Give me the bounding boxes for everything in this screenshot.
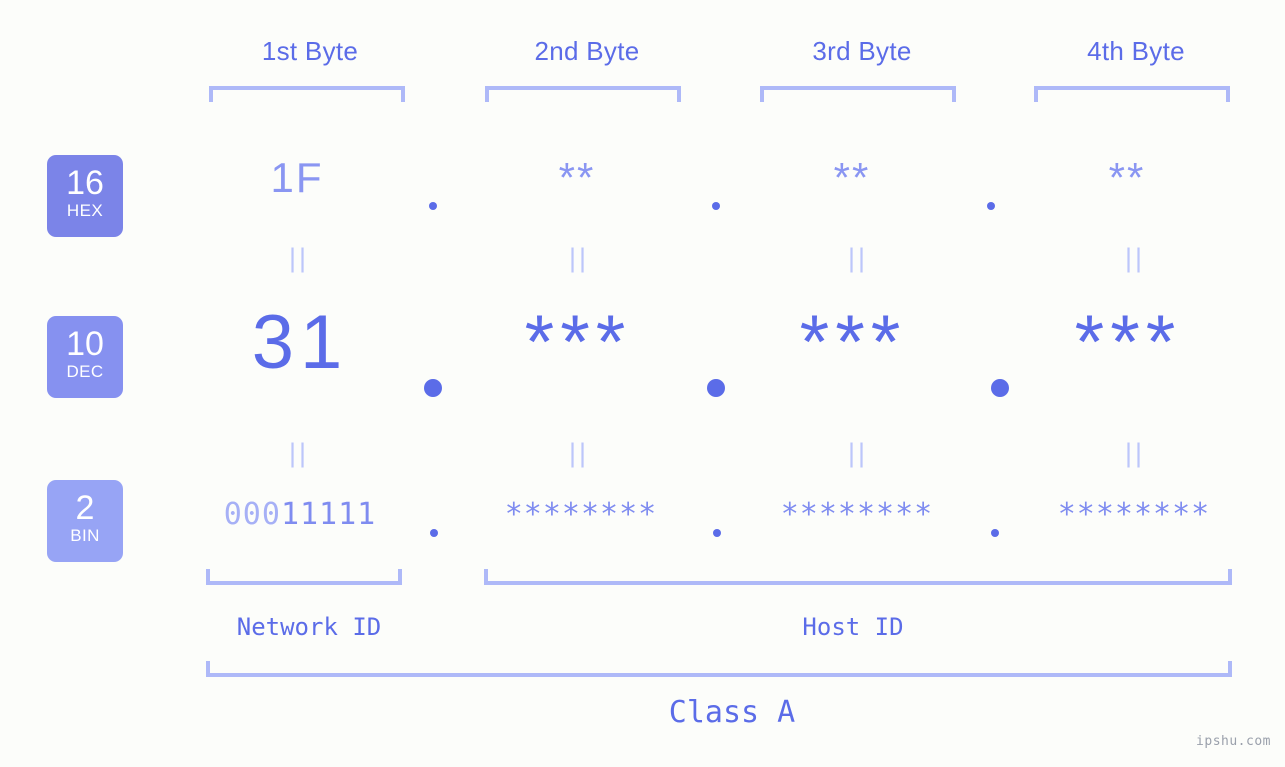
equals-icon-8: ||: [1124, 438, 1146, 468]
host-id-bracket: [484, 569, 1232, 585]
site-watermark: ipshu.com: [1196, 734, 1271, 749]
byte-bracket-1: [209, 86, 405, 102]
equals-row-hex-dec: || || || ||: [0, 243, 1285, 275]
bin-octet-3: ********: [780, 497, 934, 532]
dec-dot-separator-3: [991, 379, 1009, 397]
equals-icon-3: ||: [847, 243, 869, 273]
bin-octet-1-significant: 11111: [280, 497, 377, 532]
byte-header-1: 1st Byte: [261, 36, 359, 66]
dec-dot-separator-2: [707, 379, 725, 397]
equals-icon-2: ||: [568, 243, 590, 273]
equals-icon-5: ||: [288, 438, 310, 468]
equals-icon-7: ||: [847, 438, 869, 468]
equals-icon-6: ||: [568, 438, 590, 468]
hex-octet-3: **: [833, 154, 871, 201]
bin-value-row: 00011111 ******** ******** ********: [0, 492, 1285, 552]
dec-value-row: 31 *** *** ***: [0, 295, 1285, 405]
hex-octet-4: **: [1108, 154, 1146, 201]
equals-icon-4: ||: [1124, 243, 1146, 273]
host-id-label: Host ID: [802, 613, 904, 641]
byte-header-4: 4th Byte: [1087, 36, 1185, 66]
byte-bracket-3: [760, 86, 956, 102]
hex-octet-2: **: [558, 154, 596, 201]
bin-dot-separator-3: [991, 529, 999, 537]
bin-octet-4: ********: [1057, 497, 1211, 532]
bin-dot-separator-2: [713, 529, 721, 537]
bin-octet-1-leading-zeros: 000: [223, 497, 281, 532]
byte-bracket-4: [1034, 86, 1230, 102]
class-bracket: [206, 661, 1232, 677]
dec-dot-separator-1: [424, 379, 442, 397]
dec-octet-3: ***: [799, 300, 907, 385]
hex-value-row: 1F ** ** **: [0, 150, 1285, 220]
dec-octet-2: ***: [524, 300, 632, 385]
byte-bracket-2: [485, 86, 681, 102]
byte-header-2: 2nd Byte: [534, 36, 640, 66]
network-id-label: Network ID: [236, 613, 382, 641]
class-label: Class A: [668, 695, 796, 730]
bin-octet-2: ********: [504, 497, 658, 532]
bin-octet-1: 00011111: [185, 492, 415, 538]
network-id-bracket: [206, 569, 402, 585]
equals-row-dec-bin: || || || ||: [0, 438, 1285, 470]
ip-address-breakdown-diagram: 1st Byte 2nd Byte 3rd Byte 4th Byte 16 H…: [0, 0, 1285, 767]
byte-header-3: 3rd Byte: [812, 36, 912, 66]
hex-dot-separator-1: [429, 202, 437, 210]
dec-octet-1: 31: [251, 300, 349, 385]
dec-octet-4: ***: [1074, 300, 1182, 385]
hex-dot-separator-3: [987, 202, 995, 210]
bin-dot-separator-1: [430, 529, 438, 537]
hex-octet-1: 1F: [270, 154, 324, 201]
equals-icon-1: ||: [288, 243, 310, 273]
hex-dot-separator-2: [712, 202, 720, 210]
